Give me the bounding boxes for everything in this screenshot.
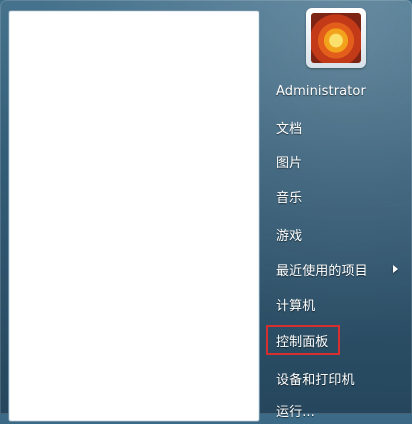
computer-label: 计算机 bbox=[276, 298, 316, 314]
devices-printers-label: 设备和打印机 bbox=[276, 372, 355, 388]
menu-item-music[interactable]: 音乐 bbox=[266, 182, 412, 210]
menu-item-computer[interactable]: 计算机 bbox=[266, 290, 412, 318]
games-label: 游戏 bbox=[276, 228, 303, 244]
pictures-label: 图片 bbox=[276, 155, 303, 171]
control-panel-highlight-box bbox=[266, 325, 340, 355]
submenu-arrow-icon bbox=[393, 265, 398, 273]
menu-item-username[interactable]: Administrator bbox=[266, 77, 412, 105]
documents-label: 文档 bbox=[276, 121, 303, 137]
user-avatar[interactable] bbox=[306, 8, 366, 68]
music-label: 音乐 bbox=[276, 190, 303, 206]
run-label: 运行... bbox=[276, 404, 315, 420]
menu-item-documents[interactable]: 文档 bbox=[266, 113, 412, 141]
menu-item-devices-printers[interactable]: 设备和打印机 bbox=[266, 364, 412, 392]
menu-item-pictures[interactable]: 图片 bbox=[266, 147, 412, 175]
program-list-pane[interactable] bbox=[8, 10, 260, 422]
menu-item-run[interactable]: 运行... bbox=[266, 396, 412, 424]
menu-item-recent-items[interactable]: 最近使用的项目 bbox=[266, 255, 412, 283]
recent-items-label: 最近使用的项目 bbox=[276, 263, 368, 279]
user-picture-flower bbox=[311, 13, 361, 63]
menu-item-games[interactable]: 游戏 bbox=[266, 220, 412, 248]
username-label: Administrator bbox=[276, 83, 366, 99]
